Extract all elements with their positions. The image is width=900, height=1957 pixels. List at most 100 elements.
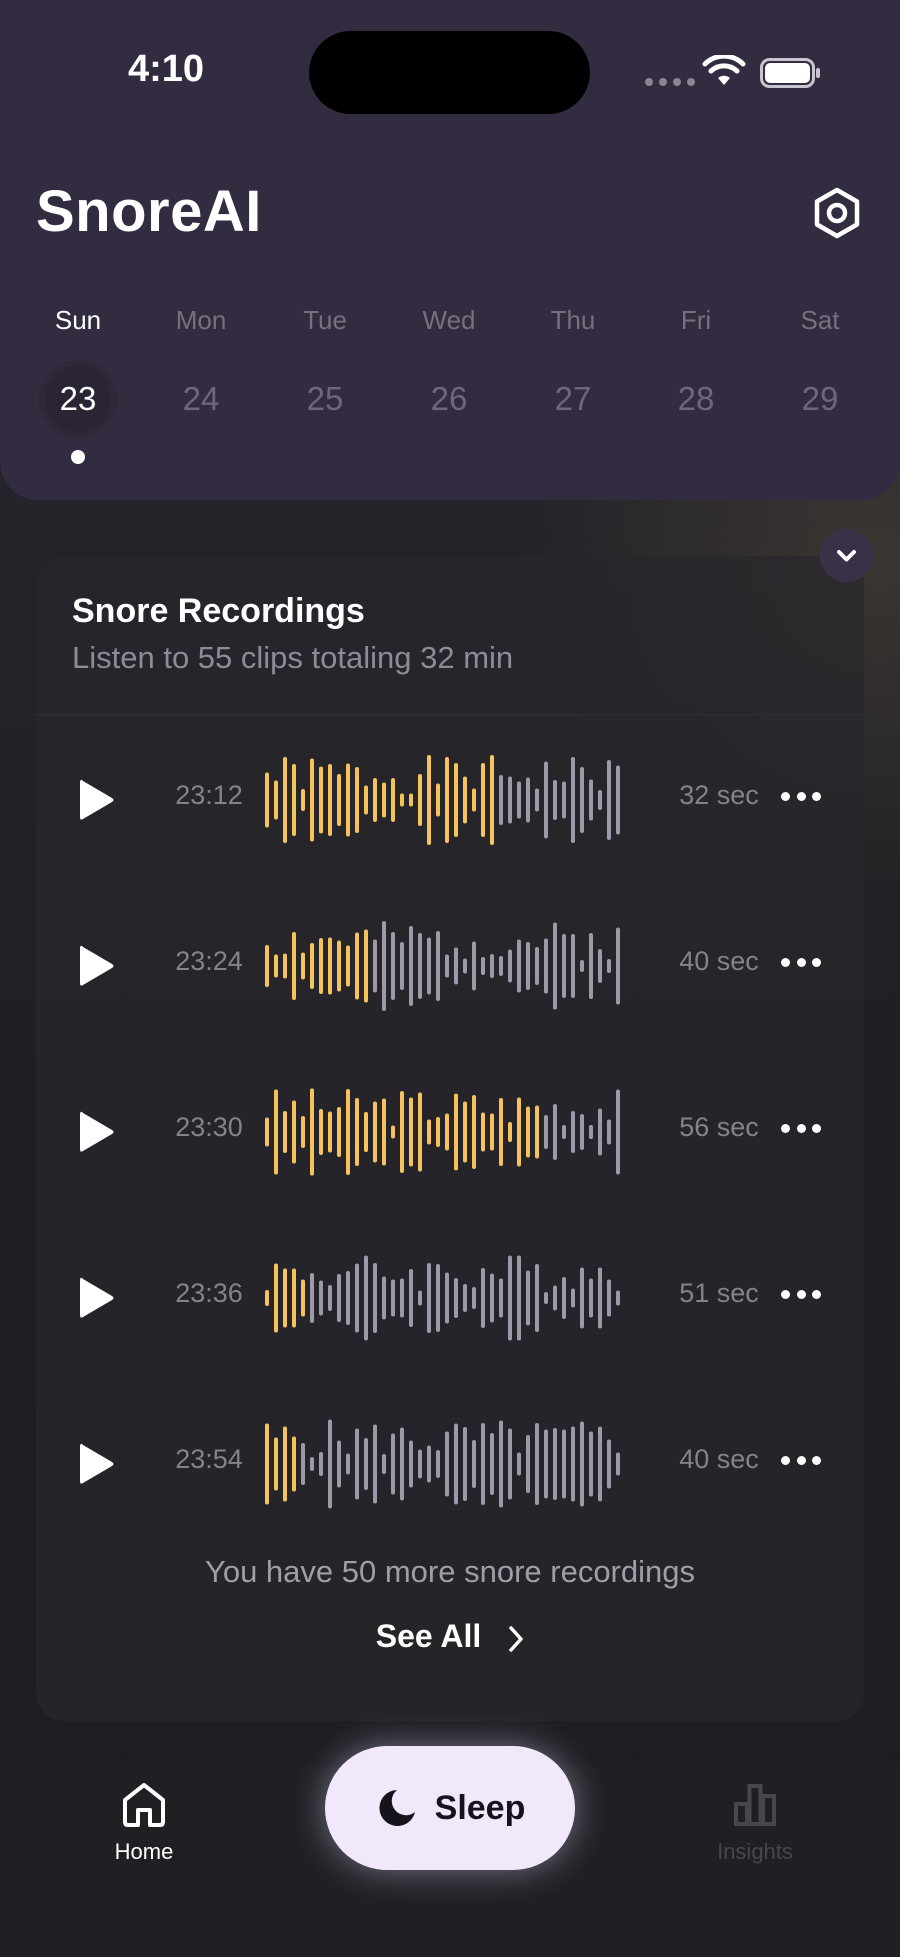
wifi-icon (702, 55, 746, 85)
waveform-bar (598, 790, 602, 810)
day-name: Mon (175, 305, 227, 335)
more-options-icon[interactable] (781, 1290, 821, 1302)
waveform-bar (265, 1423, 269, 1505)
waveform-bar (454, 947, 458, 985)
moon-icon (379, 1790, 415, 1826)
waveform-bar (544, 1115, 548, 1149)
waveform-bar (355, 1263, 359, 1333)
recording-time: 23:54 (175, 1444, 243, 1474)
waveform[interactable] (262, 920, 622, 1012)
more-options-icon[interactable] (781, 1124, 821, 1136)
dynamic-island (309, 31, 590, 114)
waveform-bar (391, 1279, 395, 1317)
waveform-bar (418, 933, 422, 999)
see-all-button[interactable]: See All (36, 1618, 864, 1655)
home-icon (123, 1783, 165, 1827)
collapse-chevron-button[interactable] (820, 529, 873, 582)
waveform-bar (589, 933, 593, 999)
recording-row: 23:24 40 sec (36, 906, 864, 1026)
waveform-bar (616, 765, 620, 835)
waveform-bar (526, 1106, 530, 1158)
waveform-bar (490, 954, 494, 978)
waveform-bar (337, 1440, 341, 1488)
day-fri[interactable]: Fri 28 (636, 300, 756, 438)
waveform-bar (346, 763, 350, 837)
waveform-bar (292, 764, 296, 836)
recordings-subtitle: Listen to 55 clips totaling 32 min (72, 640, 514, 675)
day-thu[interactable]: Thu 27 (513, 300, 633, 438)
waveform-bar (301, 1279, 305, 1317)
day-sat[interactable]: Sat 29 (760, 300, 880, 438)
waveform-bar (427, 1119, 431, 1145)
day-number: 24 (182, 380, 220, 417)
waveform-bar (553, 922, 557, 1010)
waveform-bar (436, 1450, 440, 1478)
recordings-title: Snore Recordings (72, 592, 365, 630)
day-tue[interactable]: Tue 25 (265, 300, 385, 438)
waveform-bar (571, 1111, 575, 1153)
play-icon[interactable] (76, 1440, 116, 1488)
waveform-bar (535, 1105, 539, 1159)
play-icon[interactable] (76, 942, 116, 990)
day-mon[interactable]: Mon 24 (141, 300, 261, 438)
day-name: Wed (422, 305, 476, 335)
waveform-bar (544, 938, 548, 994)
waveform-bar (553, 1285, 557, 1311)
waveform-bar (373, 1101, 377, 1163)
waveform-bar (598, 1267, 602, 1329)
play-icon[interactable] (76, 776, 116, 824)
day-sun[interactable]: Sun 23 (18, 300, 138, 464)
day-wed[interactable]: Wed 26 (389, 300, 509, 438)
more-options-icon[interactable] (781, 792, 821, 804)
tab-insights-label: Insights (717, 1839, 793, 1864)
waveform-bar (400, 1427, 404, 1501)
waveform-bar (283, 757, 287, 843)
sleep-button[interactable]: Sleep (325, 1746, 575, 1870)
waveform-bar (355, 1098, 359, 1166)
play-icon[interactable] (76, 1108, 116, 1156)
waveform-bar (319, 1452, 323, 1476)
waveform-bar (310, 943, 314, 989)
waveform-bar (373, 939, 377, 993)
waveform-bar (409, 926, 413, 1006)
day-number: 25 (306, 380, 344, 417)
waveform-bar (427, 937, 431, 995)
waveform[interactable] (262, 1086, 622, 1178)
waveform-bar (283, 953, 287, 979)
waveform-bar (409, 1269, 413, 1327)
week-day-selector: Sun 23 Mon 24 Tue 25 Wed 26 Thu 27 Fri 2… (18, 300, 882, 480)
waveform-bar (292, 932, 296, 1000)
waveform-bar (472, 788, 476, 812)
tab-insights[interactable]: Insights (680, 1780, 830, 1865)
more-options-icon[interactable] (781, 958, 821, 970)
waveform-bar (319, 766, 323, 834)
waveform-bar (328, 1285, 332, 1311)
waveform[interactable] (262, 1418, 622, 1510)
tab-home[interactable]: Home (69, 1780, 219, 1865)
waveform-bar (454, 1093, 458, 1171)
waveform[interactable] (262, 754, 622, 846)
waveform[interactable] (262, 1252, 622, 1344)
waveform-bar (553, 780, 557, 820)
waveform-bar (265, 1117, 269, 1147)
play-icon[interactable] (76, 1274, 116, 1322)
waveform-bar (481, 957, 485, 975)
settings-gear-icon[interactable] (810, 186, 864, 240)
waveform-bar (337, 1107, 341, 1157)
waveform-bar (382, 782, 386, 818)
waveform-bar (508, 776, 512, 824)
waveform-bar (535, 788, 539, 812)
waveform-bar (328, 1111, 332, 1153)
waveform-bar (409, 1440, 413, 1488)
waveform-bar (571, 757, 575, 843)
waveform-bar (265, 1290, 269, 1306)
waveform-bar (517, 1097, 521, 1167)
waveform-bar (337, 1274, 341, 1322)
waveform-bar (517, 939, 521, 993)
more-options-icon[interactable] (781, 1456, 821, 1468)
recording-time: 23:30 (175, 1112, 243, 1142)
waveform-bar (346, 945, 350, 987)
waveform-bar (373, 778, 377, 822)
waveform-bar (382, 1098, 386, 1166)
waveform-bar (553, 1104, 557, 1160)
